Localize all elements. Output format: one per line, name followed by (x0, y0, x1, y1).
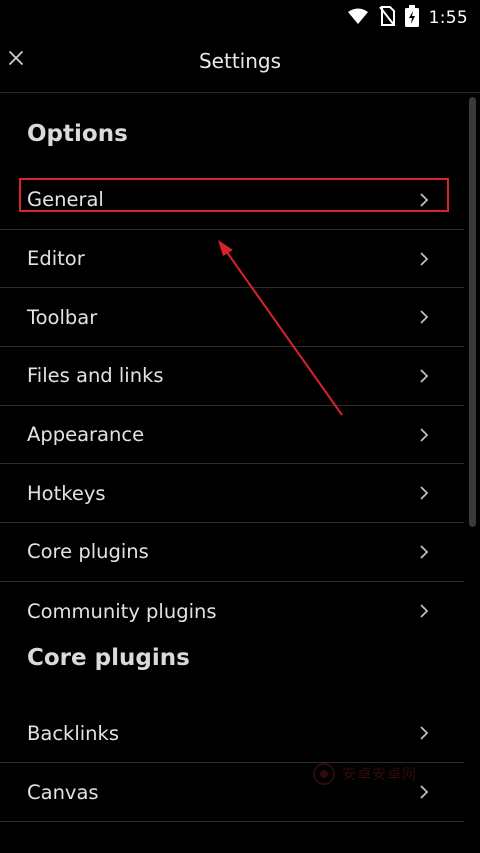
settings-item-toolbar[interactable]: Toolbar (0, 288, 464, 348)
section-heading-options: Options (27, 121, 128, 147)
chevron-right-icon (416, 308, 432, 326)
wifi-icon (347, 7, 369, 29)
chevron-right-icon (416, 543, 432, 561)
settings-item-label: Appearance (27, 423, 145, 447)
chevron-right-icon (416, 250, 432, 268)
battery-charging-icon (404, 5, 419, 31)
settings-item-core-plugins[interactable]: Core plugins (0, 523, 464, 582)
settings-item-label: Core plugins (27, 540, 149, 564)
status-icons: 1:55 (347, 5, 468, 31)
chevron-right-icon (416, 783, 432, 801)
settings-item-label: Backlinks (27, 721, 119, 745)
settings-list: Options General Editor Toolbar Files and… (0, 93, 464, 822)
settings-item-files-and-links[interactable]: Files and links (0, 347, 464, 406)
settings-item-label: Toolbar (27, 305, 98, 329)
settings-item-community-plugins[interactable]: Community plugins (0, 582, 464, 641)
status-time: 1:55 (428, 8, 468, 28)
settings-item-editor[interactable]: Editor (0, 230, 464, 289)
settings-item-general[interactable]: General (0, 171, 464, 230)
settings-item-label: Canvas (27, 780, 99, 804)
settings-item-appearance[interactable]: Appearance (0, 406, 464, 465)
settings-item-label: Hotkeys (27, 481, 106, 505)
settings-item-hotkeys[interactable]: Hotkeys (0, 464, 464, 524)
chevron-right-icon (416, 191, 432, 209)
scrollbar-thumb[interactable] (469, 97, 476, 527)
chevron-right-icon (416, 484, 432, 502)
settings-item-label: Files and links (27, 364, 164, 388)
settings-item-label: General (27, 188, 104, 212)
chevron-right-icon (416, 602, 432, 620)
settings-item-label: Editor (27, 247, 85, 271)
settings-header: Settings (0, 32, 480, 93)
settings-item-backlinks[interactable]: Backlinks (0, 705, 464, 764)
chevron-right-icon (416, 724, 432, 742)
chevron-right-icon (416, 367, 432, 385)
settings-item-canvas[interactable]: Canvas (0, 763, 464, 822)
no-sim-icon (378, 6, 395, 30)
chevron-right-icon (416, 426, 432, 444)
settings-item-label: Community plugins (27, 599, 217, 623)
page-title: Settings (198, 49, 282, 73)
status-bar: 1:55 (0, 0, 480, 32)
